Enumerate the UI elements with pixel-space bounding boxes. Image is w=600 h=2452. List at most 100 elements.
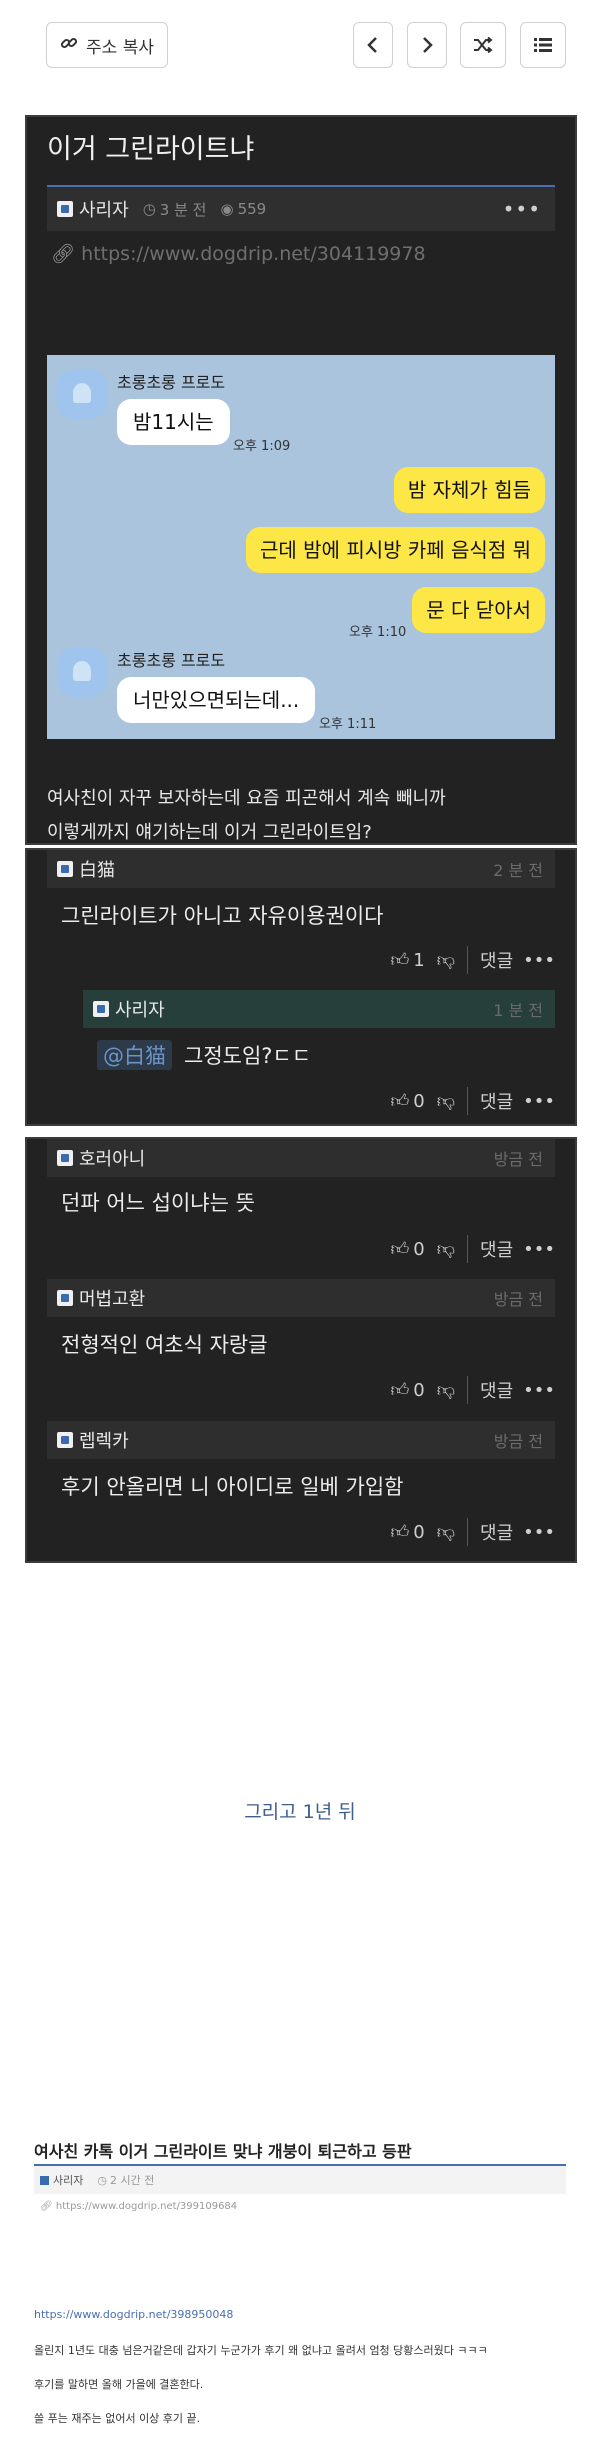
followup-link[interactable]: https://www.dogdrip.net/398950048 (34, 2308, 233, 2321)
more-options-icon[interactable]: ••• (523, 1239, 555, 1260)
comment-text-body: 그정도임?ㄷㄷ (184, 1044, 312, 1068)
followup-author[interactable]: 사리자 (53, 2172, 83, 2188)
comment-header: 호러아니 방금 전 (47, 1139, 555, 1177)
chat-time: 오후 1:11 (319, 717, 377, 732)
comment-actions: 👍︎ 0 👎︎ 댓글 ••• (390, 1375, 555, 1405)
author-avatar (57, 1290, 73, 1306)
thumbs-up-icon[interactable]: 👍︎ (390, 1521, 409, 1543)
like-count: 0 (413, 1238, 425, 1260)
comments-panel: 白猫 2 분 전 그린라이트가 아니고 자유이용권이다 👍︎ 1 👎︎ 댓글 •… (25, 848, 577, 1126)
caption-text: 그리고 1년 뒤 (244, 1801, 356, 1823)
link-icon (60, 34, 78, 57)
more-options-icon[interactable]: ••• (523, 1091, 555, 1112)
followup-body-line: 쓸 푸는 재주는 없어서 이상 후기 끝. (34, 2412, 201, 2425)
chat-avatar (57, 647, 107, 697)
comment-actions: 👍︎ 0 👎︎ 댓글 ••• (390, 1086, 555, 1116)
more-options-icon[interactable]: ••• (503, 197, 541, 221)
comment-header: 머법고환 방금 전 (47, 1279, 555, 1317)
list-icon (534, 38, 552, 52)
post-url[interactable]: 🔗︎ https://www.dogdrip.net/304119978 (51, 242, 426, 265)
followup-meta-bar: 사리자 ◷ 2 시간 전 (34, 2164, 566, 2194)
chat-avatar (57, 369, 107, 419)
chat-time: 오후 1:09 (233, 439, 291, 454)
comment-time: 방금 전 (493, 1290, 543, 1309)
comment-author[interactable]: 白猫 (79, 856, 115, 882)
post-body: 여사친이 자꾸 보자하는데 요즘 피곤해서 계속 빼니까 이렇게까지 얘기하는데… (47, 782, 446, 850)
comment-author[interactable]: 머법고환 (79, 1285, 145, 1311)
clock-icon: ◷ (142, 200, 156, 218)
more-options-icon[interactable]: ••• (523, 1380, 555, 1401)
comment-header: 白猫 2 분 전 (47, 850, 555, 888)
link-icon: 🔗︎ (40, 2201, 53, 2212)
followup-url-text[interactable]: https://www.dogdrip.net/399109684 (56, 2201, 237, 2212)
followup-body-line: 올린지 1년도 대충 넘은거같은데 갑자기 누군가가 후기 왜 없냐고 올려서 … (34, 2344, 488, 2357)
comment-author[interactable]: 렙렉카 (79, 1427, 129, 1453)
thumbs-up-icon[interactable]: 👍︎ (390, 1238, 409, 1260)
reply-button[interactable]: 댓글 (480, 1377, 513, 1403)
thumbs-down-icon[interactable]: 👎︎ (437, 1238, 455, 1260)
thumbs-down-icon[interactable]: 👎︎ (437, 1521, 455, 1543)
followup-title: 여사친 카톡 이거 그린라이트 맞냐 개붕이 퇴근하고 등판 (34, 2142, 412, 2161)
comment-text: 그린라이트가 아니고 자유이용권이다 (61, 904, 384, 928)
thumbs-down-icon[interactable]: 👎︎ (437, 1379, 455, 1401)
link-icon: 🔗︎ (51, 243, 76, 265)
copy-address-label: 주소 복사 (86, 37, 154, 58)
eye-icon: ◉ (220, 200, 234, 218)
clock-icon: ◷ (97, 2173, 107, 2187)
post-panel: 이거 그린라이트냐 사리자 ◷ 3 분 전 ◉ 559 ••• 🔗︎ https… (25, 115, 577, 845)
comment-text: 후기 안올리면 니 아이디로 일베 가입함 (61, 1475, 404, 1499)
author-avatar (57, 1150, 73, 1166)
author-avatar (93, 1001, 109, 1017)
chat-screenshot: 초롱초롱 프로도 밤11시는 오후 1:09 밤 자체가 힘듬 근데 밤에 피시… (47, 355, 555, 739)
post-body-line: 이렇게까지 얘기하는데 이거 그린라이트임? (47, 822, 372, 843)
chat-bubble-incoming: 너만있으면되는데... (117, 677, 316, 723)
reply-button[interactable]: 댓글 (480, 1519, 513, 1545)
thumbs-down-icon[interactable]: 👎︎ (437, 1090, 455, 1112)
like-count: 0 (413, 1521, 425, 1543)
comment-time: 방금 전 (493, 1150, 543, 1169)
list-button[interactable] (520, 22, 566, 68)
thumbs-up-icon[interactable]: 👍︎ (390, 1379, 409, 1401)
reply-button[interactable]: 댓글 (480, 1088, 513, 1114)
reply-header: 사리자 1 분 전 (83, 990, 555, 1028)
chat-sender-name: 초롱초롱 프로도 (117, 373, 226, 392)
chevron-left-icon (367, 37, 377, 53)
reply-button[interactable]: 댓글 (480, 1236, 513, 1262)
prev-post-button[interactable] (353, 22, 393, 68)
post-body-line: 여사친이 자꾸 보자하는데 요즘 피곤해서 계속 빼니까 (47, 788, 446, 809)
post-author[interactable]: 사리자 (79, 196, 129, 222)
author-avatar (40, 2175, 49, 2185)
mention-tag[interactable]: @白猫 (97, 1040, 172, 1070)
comment-author[interactable]: 호러아니 (79, 1145, 145, 1171)
comment-time: 1 분 전 (493, 1001, 543, 1020)
comments-panel: 호러아니 방금 전 던파 어느 섭이냐는 뜻 👍︎ 0 👎︎ 댓글 ••• 머법… (25, 1137, 577, 1563)
more-options-icon[interactable]: ••• (523, 1522, 555, 1543)
like-count: 0 (413, 1090, 425, 1112)
chevron-right-icon (423, 37, 433, 53)
comment-text: 전형적인 여초식 자랑글 (61, 1333, 268, 1357)
next-post-button[interactable] (407, 22, 447, 68)
chat-sender-name: 초롱초롱 프로도 (117, 651, 226, 670)
followup-time: 2 시간 전 (109, 2174, 155, 2187)
more-options-icon[interactable]: ••• (523, 950, 555, 971)
copy-address-button[interactable]: 주소 복사 (46, 22, 168, 68)
post-url-text[interactable]: https://www.dogdrip.net/304119978 (81, 243, 425, 265)
thumbs-down-icon[interactable]: 👎︎ (437, 949, 455, 971)
post-time: 3 분 전 (159, 200, 207, 219)
followup-body-line: 후기를 말하면 올해 가을에 결혼한다. (34, 2378, 204, 2391)
comment-actions: 👍︎ 0 👎︎ 댓글 ••• (390, 1517, 555, 1547)
random-post-button[interactable] (460, 22, 506, 68)
like-count: 1 (413, 949, 425, 971)
chat-bubble-outgoing: 근데 밤에 피시방 카페 음식점 뭐 (246, 527, 545, 573)
thumbs-up-icon[interactable]: 👍︎ (390, 1090, 409, 1112)
thumbs-up-icon[interactable]: 👍︎ (390, 949, 409, 971)
comment-author[interactable]: 사리자 (115, 996, 165, 1022)
comment-time: 2 분 전 (493, 861, 543, 880)
chat-time: 오후 1:10 (349, 625, 407, 640)
post-views: 559 (237, 200, 267, 218)
post-title: 이거 그린라이트냐 (47, 134, 255, 165)
reply-button[interactable]: 댓글 (480, 947, 513, 973)
author-avatar (57, 201, 73, 217)
followup-url[interactable]: 🔗︎ https://www.dogdrip.net/399109684 (40, 2201, 237, 2212)
comment-header: 렙렉카 방금 전 (47, 1421, 555, 1459)
